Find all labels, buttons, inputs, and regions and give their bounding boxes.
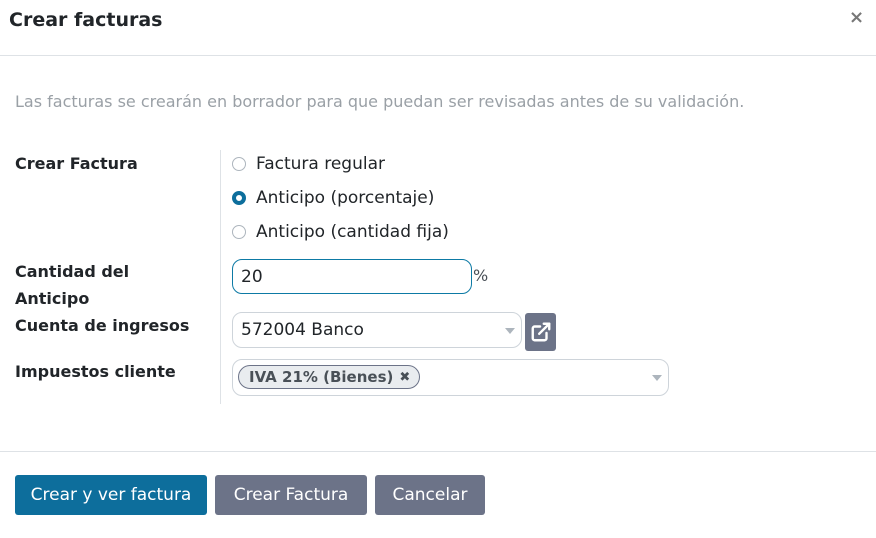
close-icon[interactable]: × [849,7,864,28]
remove-tag-icon[interactable]: ✖ [399,370,410,385]
create-invoice-label: Crear Factura [15,154,138,173]
radio-advance-fixed[interactable]: Anticipo (cantidad fija) [232,220,449,244]
create-and-view-invoice-button[interactable]: Crear y ver factura [15,475,207,515]
radio-label: Anticipo (cantidad fija) [256,222,449,242]
form-divider [220,150,221,404]
radio-regular-invoice[interactable]: Factura regular [232,152,385,176]
radio-button[interactable] [232,191,246,205]
dialog-header: Crear facturas × [0,0,876,56]
caret-down-icon [652,375,662,381]
radio-advance-percentage[interactable]: Anticipo (porcentaje) [232,186,434,210]
advance-amount-label-line1: Cantidad del [15,262,130,281]
radio-button[interactable] [232,225,246,239]
advance-amount-label: Cantidad del Anticipo [15,258,129,312]
percent-unit: % [473,266,489,285]
customer-taxes-label: Impuestos cliente [15,362,176,381]
tax-tag-label: IVA 21% (Bienes) [249,368,394,386]
dialog-title: Crear facturas [9,9,163,31]
advance-amount-input[interactable] [232,259,472,294]
income-account-select[interactable]: 572004 Banco [232,312,522,348]
info-text: Las facturas se crearán en borrador para… [15,92,745,111]
income-account-value: 572004 Banco [241,320,364,340]
radio-label: Anticipo (porcentaje) [256,188,435,208]
footer-divider [0,451,876,452]
radio-button[interactable] [232,157,246,171]
radio-label: Factura regular [256,154,386,174]
income-account-label: Cuenta de ingresos [15,316,190,335]
caret-down-icon [505,328,515,334]
cancel-button[interactable]: Cancelar [375,475,485,515]
create-invoice-button[interactable]: Crear Factura [215,475,367,515]
tax-tag: IVA 21% (Bienes) ✖ [238,365,421,389]
advance-amount-label-line2: Anticipo [15,289,90,308]
external-link-icon[interactable] [525,313,556,351]
